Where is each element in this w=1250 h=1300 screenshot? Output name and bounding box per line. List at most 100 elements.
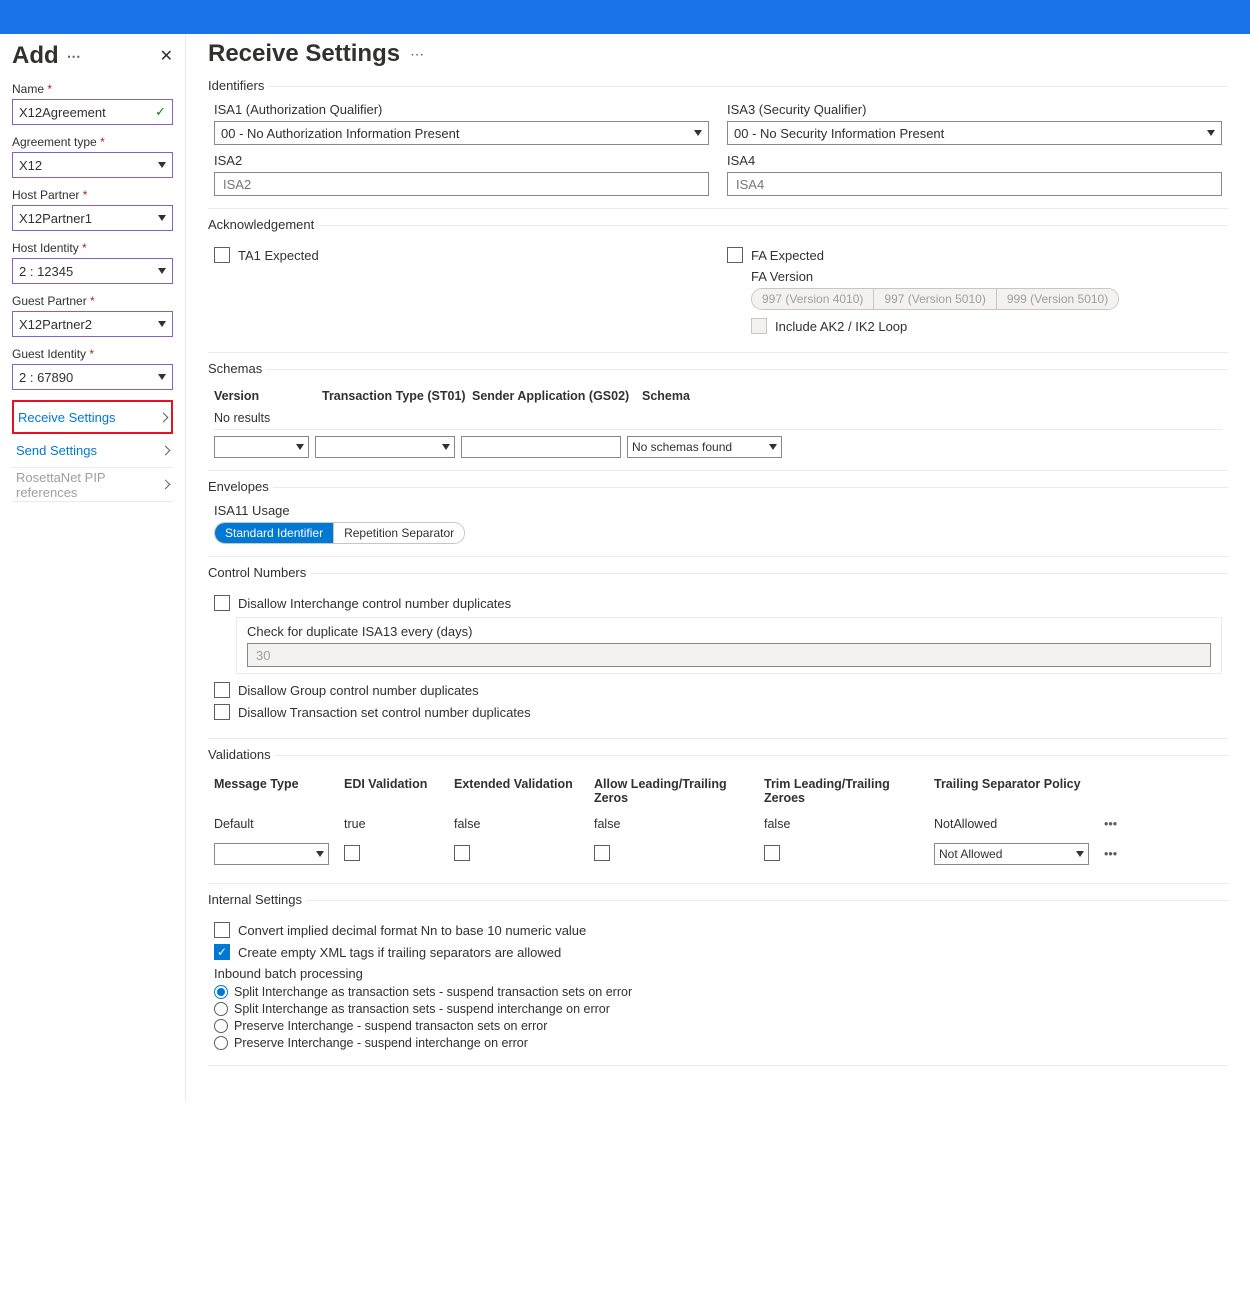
chevron-down-icon [694, 130, 702, 136]
add-title: Add [12, 42, 59, 70]
isa4-label: ISA4 [727, 153, 1222, 168]
col-sender: Sender Application (GS02) [472, 389, 642, 403]
no-results-text: No results [214, 407, 1222, 430]
fa-label: FA Expected [751, 248, 824, 263]
main-panel: Receive Settings ⋯ Identifiers ISA1 (Aut… [186, 34, 1250, 1102]
col-tx-type: Transaction Type (ST01) [322, 389, 472, 403]
col-ext: Extended Validation [454, 777, 594, 805]
fa-997-5010: 997 (Version 5010) [874, 289, 996, 309]
internal-legend: Internal Settings [208, 892, 306, 907]
isa4-input[interactable] [727, 172, 1222, 196]
chevron-down-icon [316, 851, 324, 857]
close-icon[interactable]: ✕ [160, 46, 173, 66]
top-bar [0, 0, 1250, 34]
val-ext: false [454, 817, 594, 831]
isa2-label: ISA2 [214, 153, 709, 168]
val-trail: NotAllowed [934, 817, 1104, 831]
col-trail: Trailing Separator Policy [934, 777, 1104, 805]
val-edi: true [344, 817, 454, 831]
schema-sender-input[interactable] [461, 436, 621, 458]
row-menu-icon[interactable]: ••• [1104, 817, 1128, 831]
fa-997-4010: 997 (Version 4010) [752, 289, 874, 309]
chevron-down-icon [158, 374, 166, 380]
identifiers-legend: Identifiers [208, 78, 268, 93]
val-lead-checkbox[interactable] [594, 845, 610, 861]
fa-version-group: 997 (Version 4010) 997 (Version 5010) 99… [751, 288, 1119, 310]
ta1-label: TA1 Expected [238, 248, 319, 263]
disallow-tx-label: Disallow Transaction set control number … [238, 705, 531, 720]
disallow-interchange-checkbox[interactable] [214, 595, 230, 611]
disallow-group-label: Disallow Group control number duplicates [238, 683, 479, 698]
chevron-down-icon [158, 215, 166, 221]
chevron-down-icon [1207, 130, 1215, 136]
check-isa13-input [247, 643, 1211, 667]
val-ext-checkbox[interactable] [454, 845, 470, 861]
col-version: Version [214, 389, 322, 403]
guest-partner-select[interactable]: X12Partner2 [12, 311, 173, 337]
chevron-down-icon [158, 268, 166, 274]
name-label: Name [12, 82, 44, 96]
create-empty-checkbox[interactable]: ✓ [214, 944, 230, 960]
isa1-label: ISA1 (Authorization Qualifier) [214, 102, 709, 117]
fa-version-label: FA Version [751, 269, 1222, 284]
guest-identity-label: Guest Identity [12, 347, 86, 361]
batch-opt4-label: Preserve Interchange - suspend interchan… [234, 1036, 528, 1050]
disallow-group-checkbox[interactable] [214, 682, 230, 698]
col-schema: Schema [642, 389, 1222, 403]
nav-send-settings[interactable]: Send Settings [12, 434, 173, 468]
val-edi-checkbox[interactable] [344, 845, 360, 861]
guest-identity-select[interactable]: 2 : 67890 [12, 364, 173, 390]
ak2-checkbox [751, 318, 767, 334]
batch-opt1-radio[interactable] [214, 985, 228, 999]
isa3-select[interactable]: 00 - No Security Information Present [727, 121, 1222, 145]
chevron-down-icon [442, 444, 450, 450]
schema-version-select[interactable] [214, 436, 309, 458]
add-panel: Add ⋯ ✕ Name * X12Agreement Agreement ty… [0, 34, 186, 1102]
validations-legend: Validations [208, 747, 275, 762]
convert-checkbox[interactable] [214, 922, 230, 938]
ta1-checkbox[interactable] [214, 247, 230, 263]
host-identity-select[interactable]: 2 : 12345 [12, 258, 173, 284]
chevron-right-icon [159, 412, 169, 422]
chevron-down-icon [1076, 851, 1084, 857]
chevron-right-icon [161, 446, 171, 456]
nav-receive-settings[interactable]: Receive Settings [12, 400, 173, 434]
batch-opt2-label: Split Interchange as transaction sets - … [234, 1002, 610, 1016]
val-trim-checkbox[interactable] [764, 845, 780, 861]
val-msg-select[interactable] [214, 843, 329, 865]
row-menu-icon[interactable]: ••• [1104, 847, 1128, 861]
fa-999-5010: 999 (Version 5010) [997, 289, 1118, 309]
host-partner-label: Host Partner [12, 188, 79, 202]
batch-opt3-radio[interactable] [214, 1019, 228, 1033]
ellipsis-icon[interactable]: ⋯ [67, 48, 81, 65]
schema-tx-select[interactable] [315, 436, 455, 458]
name-field[interactable]: X12Agreement [12, 99, 173, 125]
fa-checkbox[interactable] [727, 247, 743, 263]
host-partner-select[interactable]: X12Partner1 [12, 205, 173, 231]
col-edi: EDI Validation [344, 777, 454, 805]
disallow-interchange-label: Disallow Interchange control number dupl… [238, 596, 511, 611]
val-lead: false [594, 817, 764, 831]
guest-partner-label: Guest Partner [12, 294, 87, 308]
val-trim: false [764, 817, 934, 831]
isa3-label: ISA3 (Security Qualifier) [727, 102, 1222, 117]
schema-select[interactable]: No schemas found [627, 436, 782, 458]
page-title: Receive Settings [208, 40, 400, 68]
batch-opt2-radio[interactable] [214, 1002, 228, 1016]
ellipsis-icon[interactable]: ⋯ [410, 46, 424, 63]
nav-rosettanet[interactable]: RosettaNet PIP references [12, 468, 173, 502]
isa11-toggle[interactable]: Standard Identifier Repetition Separator [214, 522, 465, 544]
val-trail-select[interactable]: Not Allowed [934, 843, 1089, 865]
chevron-down-icon [296, 444, 304, 450]
isa11-repetition[interactable]: Repetition Separator [334, 523, 464, 543]
batch-opt4-radio[interactable] [214, 1036, 228, 1050]
disallow-tx-checkbox[interactable] [214, 704, 230, 720]
agreement-type-label: Agreement type [12, 135, 97, 149]
isa2-input[interactable] [214, 172, 709, 196]
isa11-standard[interactable]: Standard Identifier [215, 523, 334, 543]
convert-label: Convert implied decimal format Nn to bas… [238, 923, 586, 938]
agreement-type-select[interactable]: X12 [12, 152, 173, 178]
isa1-select[interactable]: 00 - No Authorization Information Presen… [214, 121, 709, 145]
batch-opt3-label: Preserve Interchange - suspend transacto… [234, 1019, 547, 1033]
batch-label: Inbound batch processing [214, 966, 1222, 981]
